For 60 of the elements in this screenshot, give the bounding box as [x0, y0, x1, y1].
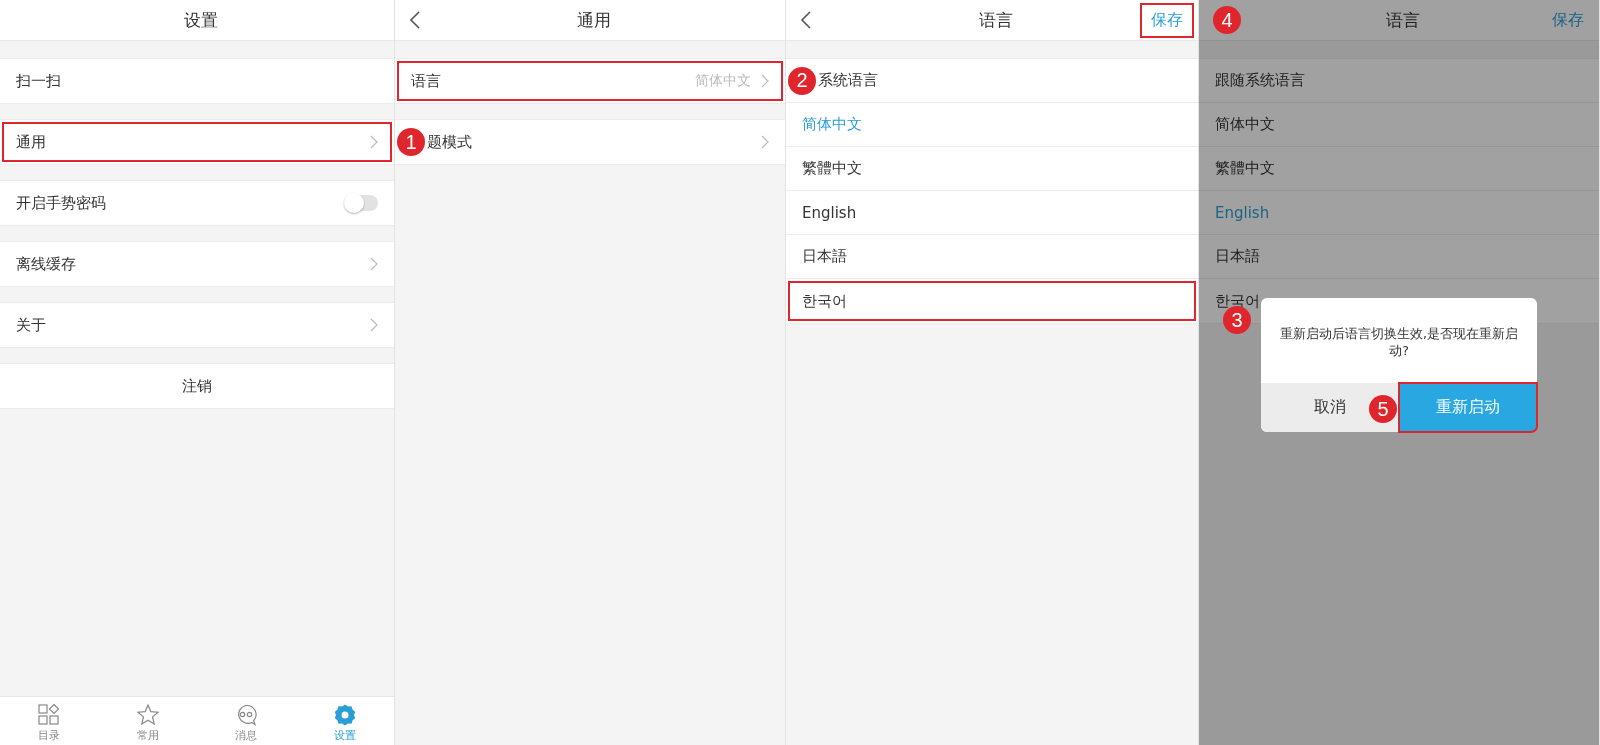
- tab-item[interactable]: 常用: [98, 697, 197, 745]
- tab-item[interactable]: 目录: [0, 697, 99, 745]
- row-value: 简体中文: [695, 72, 751, 90]
- settings-row[interactable]: 1 题模式: [395, 120, 785, 164]
- language-option[interactable]: 简体中文: [1199, 103, 1599, 147]
- settings-row[interactable]: 语言 简体中文: [395, 59, 785, 103]
- chevron-icon: [370, 257, 378, 271]
- language-option[interactable]: 繁體中文: [786, 147, 1198, 191]
- row-label: 通用: [16, 132, 46, 152]
- language-option[interactable]: 日本語: [1199, 235, 1599, 279]
- logout-row[interactable]: 注销: [0, 364, 394, 408]
- chevron-icon: [761, 74, 769, 88]
- language-option[interactable]: 跟随系统语言: [1199, 59, 1599, 103]
- row-label: 扫一扫: [16, 71, 61, 91]
- chevron-icon: [370, 135, 378, 149]
- screen-title: 语言: [978, 8, 1014, 32]
- grid-icon: [38, 704, 61, 726]
- row-label: 한국어: [802, 291, 847, 311]
- language-option[interactable]: 繁體中文: [1199, 147, 1599, 191]
- chevron-icon: [761, 135, 769, 149]
- screen-title: 通用: [576, 8, 612, 32]
- row-label: 题模式: [427, 132, 472, 152]
- toggle-switch[interactable]: [346, 195, 378, 211]
- settings-row[interactable]: 开启手势密码: [0, 181, 394, 225]
- screen-title: 语言: [1385, 8, 1421, 32]
- language-option[interactable]: 日本語: [786, 235, 1198, 279]
- star-icon: [136, 704, 159, 726]
- row-label: 日本語: [1215, 247, 1260, 266]
- chevron-icon: [370, 318, 378, 332]
- row-label: 跟随系统语言: [1215, 71, 1305, 90]
- row-label: 日本語: [802, 247, 847, 266]
- back-icon[interactable]: [800, 10, 812, 30]
- row-label: 简体中文: [802, 115, 862, 134]
- step-badge: 4: [1213, 6, 1241, 34]
- row-label: English: [802, 203, 857, 222]
- row-label: 系统语言: [818, 71, 878, 90]
- row-label: 关于: [16, 315, 46, 335]
- language-option[interactable]: 한국어: [786, 279, 1198, 323]
- row-label: 繁體中文: [1215, 159, 1275, 178]
- row-label: 语言: [411, 71, 441, 91]
- gear-icon: [333, 704, 356, 726]
- settings-row[interactable]: 扫一扫: [0, 59, 394, 103]
- row-label: English: [1215, 203, 1270, 222]
- dialog-message: 重新启动后语言切换生效,是否现在重新启动?: [1279, 325, 1519, 360]
- chat-icon: [235, 704, 258, 726]
- back-icon[interactable]: [409, 10, 421, 30]
- step-badge: 2: [788, 66, 816, 95]
- tab-item[interactable]: 消息: [197, 697, 296, 745]
- row-label: 繁體中文: [802, 159, 862, 178]
- row-label: 简体中文: [1215, 115, 1275, 134]
- language-option[interactable]: English: [786, 191, 1198, 235]
- settings-row[interactable]: 离线缓存: [0, 242, 394, 286]
- settings-row[interactable]: 关于: [0, 303, 394, 347]
- row-label: 开启手势密码: [16, 193, 106, 213]
- step-badge: 1: [397, 128, 425, 156]
- settings-row[interactable]: 通用: [0, 120, 394, 164]
- row-label: 注销: [182, 376, 212, 396]
- row-label: 离线缓存: [16, 254, 76, 274]
- language-option[interactable]: 2 系统语言: [786, 59, 1198, 103]
- screen-title: 设置: [183, 8, 219, 32]
